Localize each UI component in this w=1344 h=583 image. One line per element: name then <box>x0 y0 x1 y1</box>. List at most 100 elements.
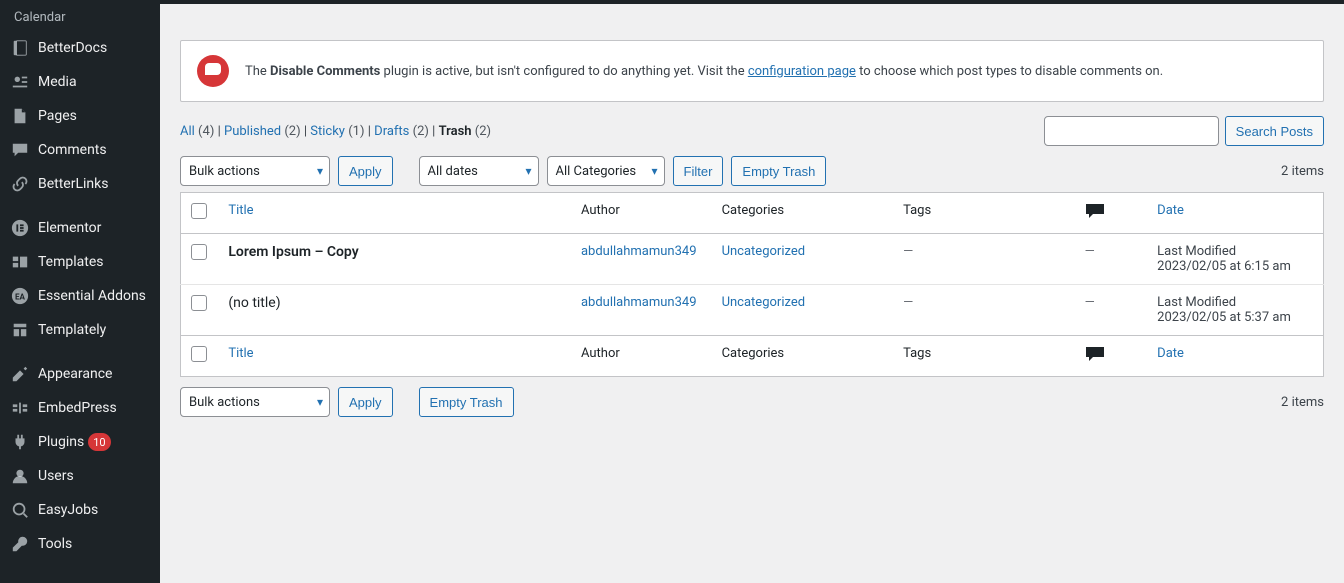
easyjobs-icon <box>10 500 30 520</box>
sidebar-item-templately[interactable]: Templately <box>0 313 160 347</box>
sidebar-label: BetterLinks <box>38 176 108 192</box>
sidebar-label: Pages <box>38 108 77 124</box>
col-tags: Tags <box>893 193 1075 234</box>
apply-button-top[interactable]: Apply <box>338 156 393 186</box>
row-tags: — <box>903 244 913 259</box>
comment-bubble-icon <box>1085 203 1105 219</box>
configuration-page-link[interactable]: configuration page <box>748 64 856 79</box>
sidebar-item-elementor[interactable]: Elementor <box>0 211 160 245</box>
table-row: (no title) abdullahmamun349 Uncategorize… <box>181 285 1324 336</box>
sidebar-item-essential-addons[interactable]: EA Essential Addons <box>0 279 160 313</box>
row-author[interactable]: abdullahmamun349 <box>581 244 697 259</box>
plugins-update-badge: 10 <box>88 433 110 451</box>
sidebar-label: Templately <box>38 322 106 338</box>
sidebar-label: Elementor <box>38 220 101 236</box>
comment-bubble-icon <box>1085 346 1105 362</box>
filter-trash[interactable]: Trash <box>439 124 472 139</box>
ea-icon: EA <box>10 286 30 306</box>
sidebar-label: Comments <box>38 142 107 158</box>
sidebar-label: EasyJobs <box>38 502 98 518</box>
table-row: Lorem Ipsum – Copy abdullahmamun349 Unca… <box>181 234 1324 285</box>
bulk-actions-select[interactable]: Bulk actions <box>180 156 330 186</box>
sidebar-item-pages[interactable]: Pages <box>0 99 160 133</box>
row-category[interactable]: Uncategorized <box>722 244 805 259</box>
speech-bubble-icon <box>197 55 229 87</box>
posts-table: Title Author Categories Tags Date Lorem … <box>180 192 1324 377</box>
apply-button-bottom[interactable]: Apply <box>338 387 393 417</box>
search-posts-input[interactable] <box>1044 116 1219 146</box>
col-categories: Categories <box>712 336 894 377</box>
col-author[interactable]: Author <box>571 193 712 234</box>
col-comments[interactable] <box>1075 193 1148 234</box>
select-all-checkbox-top[interactable] <box>191 203 207 219</box>
sidebar-label: Plugins <box>38 434 84 450</box>
filter-drafts[interactable]: Drafts <box>374 124 409 139</box>
sidebar-item-users[interactable]: Users <box>0 459 160 493</box>
row-title[interactable]: (no title) <box>228 295 280 311</box>
col-date[interactable]: Date <box>1147 336 1323 377</box>
row-date-value: 2023/02/05 at 6:15 am <box>1157 259 1291 274</box>
tablenav-bottom: Bulk actions Apply Empty Trash 2 items <box>180 387 1324 417</box>
sidebar-item-tools[interactable]: Tools <box>0 527 160 561</box>
row-date-value: 2023/02/05 at 5:37 am <box>1157 310 1291 325</box>
disable-comments-notice: The Disable Comments plugin is active, b… <box>180 40 1324 102</box>
media-icon <box>10 72 30 92</box>
sidebar-label: Media <box>38 74 77 90</box>
sidebar-item-media[interactable]: Media <box>0 65 160 99</box>
templately-icon <box>10 320 30 340</box>
sidebar-item-plugins[interactable]: Plugins 10 <box>0 425 160 459</box>
row-checkbox[interactable] <box>191 244 207 260</box>
empty-trash-button-bottom[interactable]: Empty Trash <box>419 387 514 417</box>
plugins-icon <box>10 432 30 452</box>
search-posts-button[interactable]: Search Posts <box>1225 116 1324 146</box>
all-categories-select[interactable]: All Categories <box>547 156 665 186</box>
filter-button[interactable]: Filter <box>673 156 724 186</box>
docs-icon <box>10 38 30 58</box>
col-title[interactable]: Title <box>218 193 571 234</box>
sidebar-item-appearance[interactable]: Appearance <box>0 357 160 391</box>
sidebar-item-templates[interactable]: Templates <box>0 245 160 279</box>
col-title[interactable]: Title <box>218 336 571 377</box>
col-comments[interactable] <box>1075 336 1148 377</box>
filter-published[interactable]: Published <box>224 124 281 139</box>
row-category[interactable]: Uncategorized <box>722 295 805 310</box>
row-tags: — <box>903 295 913 310</box>
all-dates-select[interactable]: All dates <box>419 156 539 186</box>
col-author[interactable]: Author <box>571 336 712 377</box>
appearance-icon <box>10 364 30 384</box>
col-categories: Categories <box>712 193 894 234</box>
sidebar-sub-calendar[interactable]: Calendar <box>0 4 160 31</box>
comments-icon <box>10 140 30 160</box>
item-count-bottom: 2 items <box>1281 395 1324 410</box>
users-icon <box>10 466 30 486</box>
sidebar-label: Templates <box>38 254 104 270</box>
sidebar-item-betterlinks[interactable]: BetterLinks <box>0 167 160 201</box>
empty-trash-button-top[interactable]: Empty Trash <box>731 156 826 186</box>
sidebar-item-betterdocs[interactable]: BetterDocs <box>0 31 160 65</box>
row-date-label: Last Modified <box>1157 244 1236 259</box>
row-title[interactable]: Lorem Ipsum – Copy <box>228 244 358 260</box>
sidebar-label: EmbedPress <box>38 400 117 416</box>
row-comments: — <box>1085 244 1095 259</box>
sidebar-item-embedpress[interactable]: EmbedPress <box>0 391 160 425</box>
tools-icon <box>10 534 30 554</box>
row-checkbox[interactable] <box>191 295 207 311</box>
row-author[interactable]: abdullahmamun349 <box>581 295 697 310</box>
filter-all[interactable]: All <box>180 124 195 139</box>
sidebar-item-comments[interactable]: Comments <box>0 133 160 167</box>
post-status-filter-row: All (4) | Published (2) | Sticky (1) | D… <box>180 116 1324 146</box>
bulk-actions-select-bottom[interactable]: Bulk actions <box>180 387 330 417</box>
tablenav-top: Bulk actions Apply All dates All Categor… <box>180 156 1324 186</box>
content-wrap: The Disable Comments plugin is active, b… <box>160 4 1344 443</box>
pages-icon <box>10 106 30 126</box>
elementor-icon <box>10 218 30 238</box>
notice-text: The Disable Comments plugin is active, b… <box>245 64 1163 79</box>
row-date-label: Last Modified <box>1157 295 1236 310</box>
select-all-checkbox-bottom[interactable] <box>191 346 207 362</box>
filter-sticky[interactable]: Sticky <box>310 124 345 139</box>
sidebar-label: Appearance <box>38 366 112 382</box>
col-date[interactable]: Date <box>1147 193 1323 234</box>
sidebar-item-easyjobs[interactable]: EasyJobs <box>0 493 160 527</box>
sidebar-label: Tools <box>38 536 72 552</box>
admin-sidebar: Calendar BetterDocs Media Pages Comments… <box>0 4 160 583</box>
